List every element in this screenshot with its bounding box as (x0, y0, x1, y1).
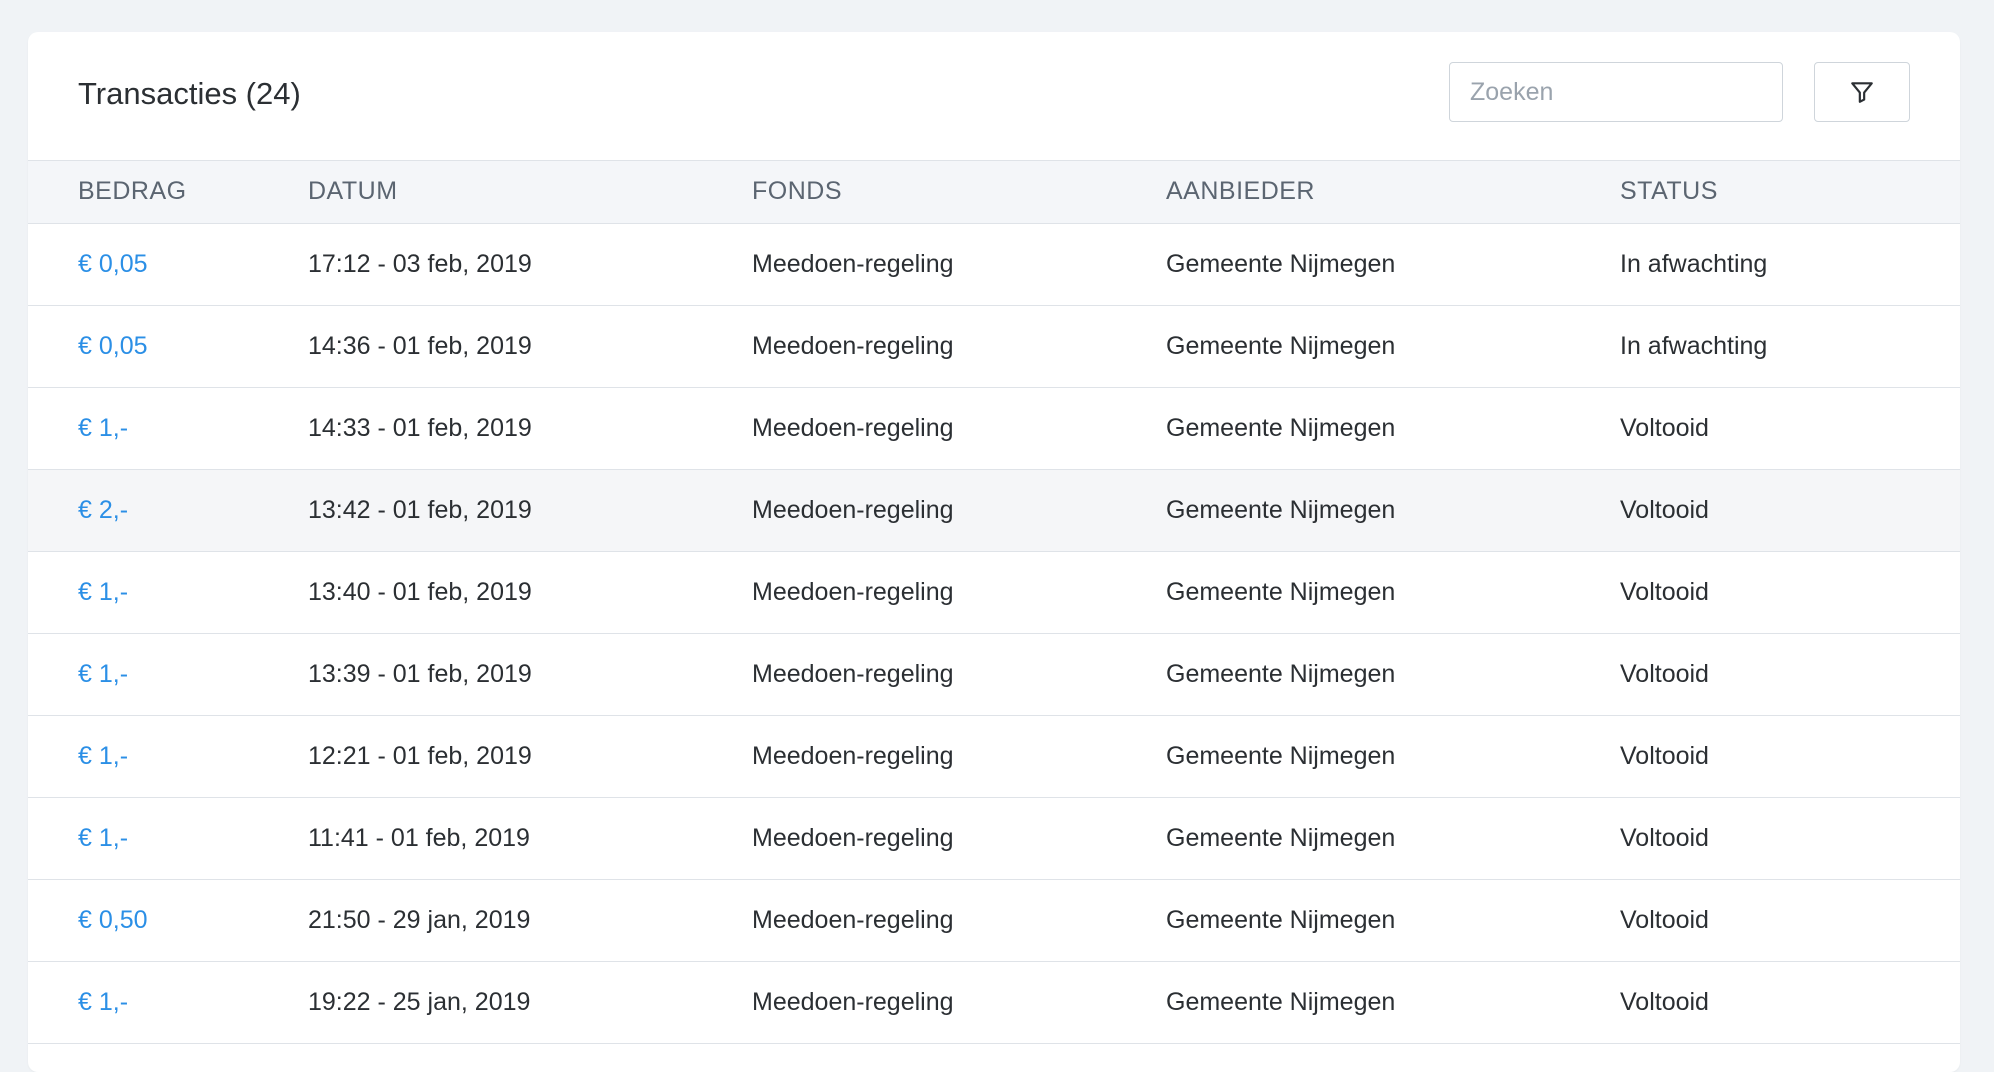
fund-cell: Meedoen-regeling (752, 633, 1166, 716)
date-cell: 14:36 - 01 feb, 2019 (308, 305, 752, 388)
provider-cell: Gemeente Nijmegen (1166, 633, 1620, 716)
date-cell: 13:42 - 01 feb, 2019 (308, 469, 752, 552)
column-header-provider[interactable]: AANBIEDER (1166, 161, 1620, 224)
amount-cell[interactable]: € 1,- (28, 715, 308, 798)
provider-cell: Gemeente Nijmegen (1166, 305, 1620, 388)
date-cell: 13:40 - 01 feb, 2019 (308, 551, 752, 634)
status-cell: Voltooid (1620, 633, 1960, 716)
card-header: Transacties (24) (28, 32, 1960, 161)
table-row[interactable]: € 1,- 12:21 - 01 feb, 2019 Meedoen-regel… (28, 715, 1960, 798)
provider-cell: Gemeente Nijmegen (1166, 223, 1620, 306)
status-cell: Voltooid (1620, 879, 1960, 962)
table-row[interactable]: € 1,- 14:33 - 01 feb, 2019 Meedoen-regel… (28, 387, 1960, 470)
fund-cell: Meedoen-regeling (752, 551, 1166, 634)
table-row[interactable]: € 2,- 13:42 - 01 feb, 2019 Meedoen-regel… (28, 469, 1960, 552)
table-row[interactable]: € 0,05 17:12 - 03 feb, 2019 Meedoen-rege… (28, 223, 1960, 306)
table-row[interactable]: € 1,- 13:39 - 01 feb, 2019 Meedoen-regel… (28, 633, 1960, 716)
table-row[interactable]: € 1,- 13:40 - 01 feb, 2019 Meedoen-regel… (28, 551, 1960, 634)
status-cell: Voltooid (1620, 961, 1960, 1044)
status-cell: Voltooid (1620, 469, 1960, 552)
amount-cell[interactable]: € 1,- (28, 797, 308, 880)
column-header-fund[interactable]: FONDS (752, 161, 1166, 224)
amount-cell[interactable]: € 0,50 (28, 879, 308, 962)
column-header-date[interactable]: DATUM (308, 161, 752, 224)
date-cell: 11:41 - 01 feb, 2019 (308, 797, 752, 880)
transactions-card: Transacties (24) BEDRAG DATUM FONDS AANB… (28, 32, 1960, 1072)
fund-cell: Meedoen-regeling (752, 879, 1166, 962)
provider-cell: Gemeente Nijmegen (1166, 551, 1620, 634)
amount-cell[interactable]: € 0,05 (28, 305, 308, 388)
provider-cell: Gemeente Nijmegen (1166, 797, 1620, 880)
status-cell: Voltooid (1620, 715, 1960, 798)
status-cell: In afwachting (1620, 305, 1960, 388)
table-row[interactable]: € 1,- 19:22 - 25 jan, 2019 Meedoen-regel… (28, 961, 1960, 1044)
table-row[interactable]: € 1,- 11:41 - 01 feb, 2019 Meedoen-regel… (28, 797, 1960, 880)
amount-cell[interactable]: € 1,- (28, 961, 308, 1044)
fund-cell: Meedoen-regeling (752, 469, 1166, 552)
status-cell: Voltooid (1620, 387, 1960, 470)
provider-cell: Gemeente Nijmegen (1166, 715, 1620, 798)
transactions-table: BEDRAG DATUM FONDS AANBIEDER STATUS € 0,… (28, 161, 1960, 1044)
column-header-amount[interactable]: BEDRAG (28, 161, 308, 224)
amount-cell[interactable]: € 1,- (28, 387, 308, 470)
provider-cell: Gemeente Nijmegen (1166, 469, 1620, 552)
fund-cell: Meedoen-regeling (752, 223, 1166, 306)
date-cell: 13:39 - 01 feb, 2019 (308, 633, 752, 716)
provider-cell: Gemeente Nijmegen (1166, 961, 1620, 1044)
column-header-status[interactable]: STATUS (1620, 161, 1960, 224)
provider-cell: Gemeente Nijmegen (1166, 879, 1620, 962)
fund-cell: Meedoen-regeling (752, 797, 1166, 880)
table-header-row: BEDRAG DATUM FONDS AANBIEDER STATUS (28, 161, 1960, 224)
fund-cell: Meedoen-regeling (752, 305, 1166, 388)
fund-cell: Meedoen-regeling (752, 715, 1166, 798)
status-cell: Voltooid (1620, 551, 1960, 634)
table-row[interactable]: € 0,05 14:36 - 01 feb, 2019 Meedoen-rege… (28, 305, 1960, 388)
date-cell: 19:22 - 25 jan, 2019 (308, 961, 752, 1044)
amount-cell[interactable]: € 1,- (28, 551, 308, 634)
search-input[interactable] (1449, 62, 1783, 122)
date-cell: 14:33 - 01 feb, 2019 (308, 387, 752, 470)
page-title: Transacties (24) (78, 76, 301, 111)
amount-cell[interactable]: € 1,- (28, 633, 308, 716)
date-cell: 17:12 - 03 feb, 2019 (308, 223, 752, 306)
date-cell: 12:21 - 01 feb, 2019 (308, 715, 752, 798)
table-row[interactable]: € 0,50 21:50 - 29 jan, 2019 Meedoen-rege… (28, 879, 1960, 962)
provider-cell: Gemeente Nijmegen (1166, 387, 1620, 470)
date-cell: 21:50 - 29 jan, 2019 (308, 879, 752, 962)
filter-button[interactable] (1814, 62, 1910, 122)
amount-cell[interactable]: € 0,05 (28, 223, 308, 306)
filter-icon (1851, 82, 1873, 103)
amount-cell[interactable]: € 2,- (28, 469, 308, 552)
status-cell: In afwachting (1620, 223, 1960, 306)
fund-cell: Meedoen-regeling (752, 961, 1166, 1044)
status-cell: Voltooid (1620, 797, 1960, 880)
fund-cell: Meedoen-regeling (752, 387, 1166, 470)
